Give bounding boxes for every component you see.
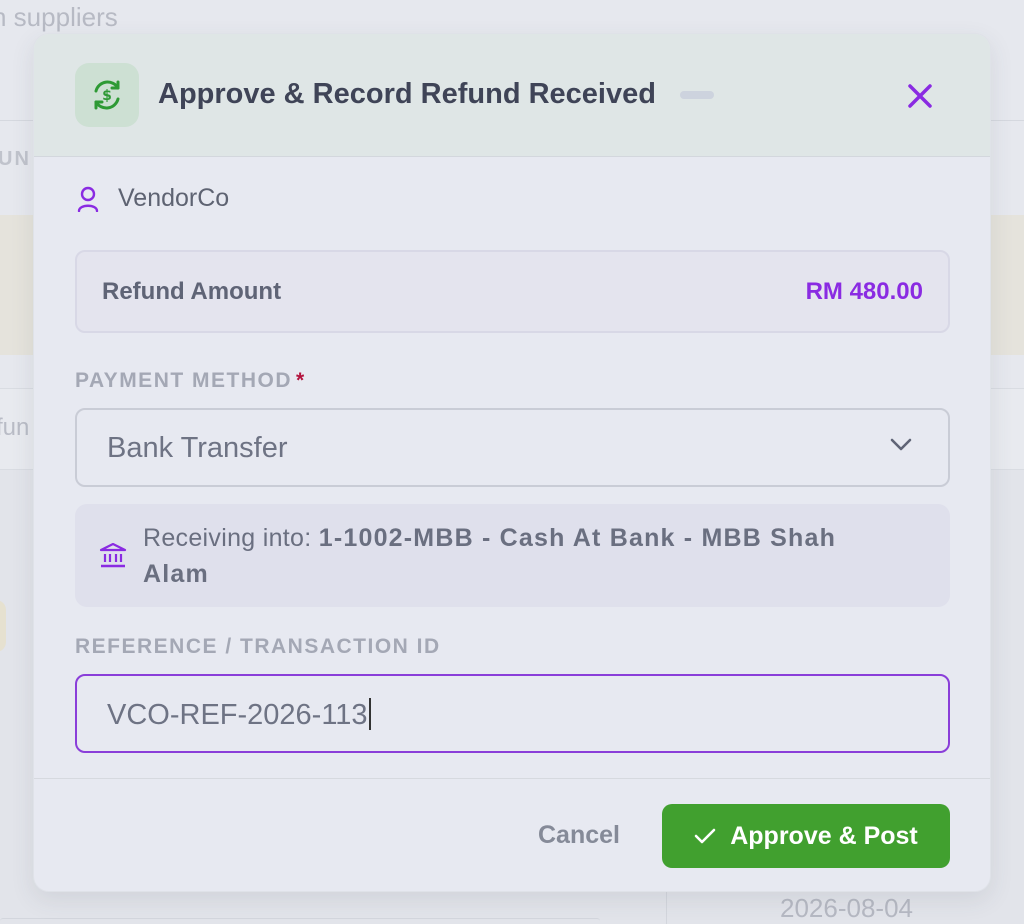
modal-header: $ Approve & Record Refund Received — [34, 34, 990, 157]
payment-method-label: PAYMENT METHOD * — [75, 369, 306, 393]
close-icon — [908, 84, 932, 108]
user-icon — [76, 185, 100, 213]
modal-footer: Cancel Approve & Post — [34, 778, 990, 891]
approve-refund-modal: $ Approve & Record Refund Received Vendo… — [33, 33, 991, 892]
approve-post-button[interactable]: Approve & Post — [662, 804, 950, 868]
divider — [0, 918, 600, 924]
reference-value-text: VCO-REF-2026-113 — [107, 699, 368, 731]
reference-input[interactable]: VCO-REF-2026-113 — [75, 674, 950, 753]
receiving-info-prefix: Receiving into: — [143, 524, 312, 552]
text-caret — [368, 698, 371, 730]
row-text: fun — [0, 414, 30, 441]
chevron-down-icon — [890, 438, 912, 451]
vendor-row: VendorCo — [76, 184, 229, 213]
bank-icon — [99, 543, 127, 568]
payment-method-select[interactable]: Bank Transfer — [75, 408, 950, 487]
receiving-account-info: Receiving into: 1-1002-MBB - Cash At Ban… — [75, 504, 950, 607]
modal-title: Approve & Record Refund Received — [158, 78, 656, 110]
refund-amount-label: Refund Amount — [102, 278, 282, 305]
title-placeholder-badge — [680, 91, 714, 99]
check-icon — [694, 827, 716, 845]
refund-amount-value: RM 480.00 — [805, 278, 923, 305]
vendor-name: VendorCo — [118, 184, 230, 212]
reference-input-value: VCO-REF-2026-113 — [107, 698, 371, 732]
close-button[interactable] — [900, 76, 940, 116]
status-badge — [0, 600, 6, 652]
receiving-info-text: Receiving into: 1-1002-MBB - Cash At Ban… — [143, 520, 903, 592]
payment-method-value: Bank Transfer — [107, 432, 288, 464]
refund-dollar-icon: $ — [75, 63, 139, 127]
table-column-header: UN — [0, 148, 31, 170]
cancel-button[interactable]: Cancel — [538, 821, 620, 850]
refund-amount-card: Refund Amount RM 480.00 — [75, 250, 950, 333]
required-marker: * — [296, 369, 306, 392]
svg-text:$: $ — [102, 88, 112, 104]
row-date: 2026-08-04 — [780, 893, 913, 923]
reference-label: REFERENCE / TRANSACTION ID — [75, 635, 441, 658]
page-subtitle: n suppliers — [0, 2, 118, 32]
payment-method-label-text: PAYMENT METHOD — [75, 369, 293, 392]
approve-post-label: Approve & Post — [730, 821, 918, 850]
